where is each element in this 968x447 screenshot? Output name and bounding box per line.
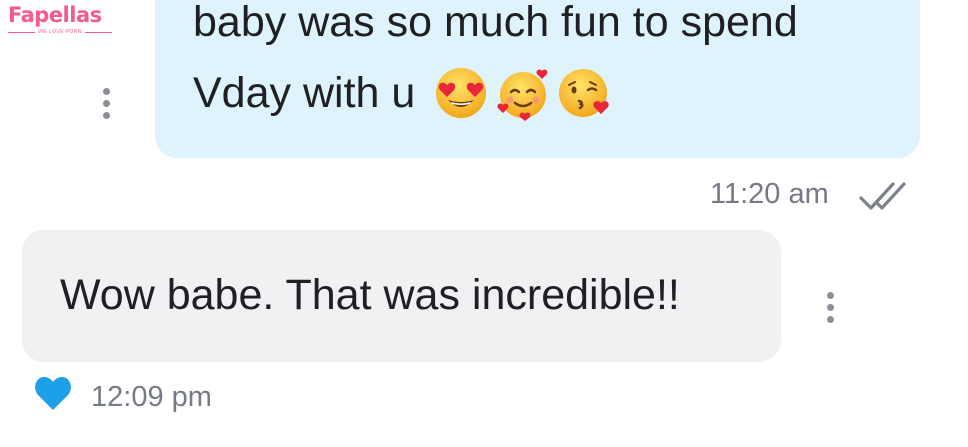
watermark-tagline-row: WE LOVE PORN xyxy=(8,29,113,35)
heart-icon[interactable] xyxy=(34,376,72,412)
message-timestamp: 11:20 am xyxy=(710,178,829,210)
dot xyxy=(102,88,110,95)
message-text: Wow babe. That was incredible!! xyxy=(60,271,680,319)
heart-eyes-emoji-icon xyxy=(436,68,487,118)
message-text-line: baby was so much fun to spend xyxy=(193,0,798,46)
dot xyxy=(102,100,110,107)
incoming-message-bubble[interactable]: Wow babe. That was incredible!! xyxy=(22,230,781,362)
message-options-icon[interactable] xyxy=(101,88,111,119)
tagline-rule-left xyxy=(8,31,36,33)
message-text-line-with-emojis: Vday with u xyxy=(193,65,613,121)
smiling-face-with-hearts-emoji-icon xyxy=(497,69,548,121)
dot xyxy=(826,316,834,323)
double-check-icon xyxy=(859,182,906,210)
tagline-rule-right xyxy=(84,31,113,33)
watermark-brand: Fapellas xyxy=(8,3,102,27)
outgoing-message-bubble[interactable]: baby was so much fun to spend Vday with … xyxy=(155,0,920,158)
message-text-line: Vday with u xyxy=(193,69,416,117)
dot xyxy=(102,112,110,119)
emoji-group xyxy=(433,65,613,121)
watermark-tagline: WE LOVE PORN xyxy=(38,29,82,35)
message-timestamp: 12:09 pm xyxy=(91,381,212,413)
dot xyxy=(826,304,834,311)
message-options-icon[interactable] xyxy=(825,292,835,323)
dot xyxy=(826,292,834,299)
face-blowing-kiss-emoji-icon xyxy=(559,69,610,117)
watermark-logo: Fapellas WE LOVE PORN xyxy=(8,2,113,35)
